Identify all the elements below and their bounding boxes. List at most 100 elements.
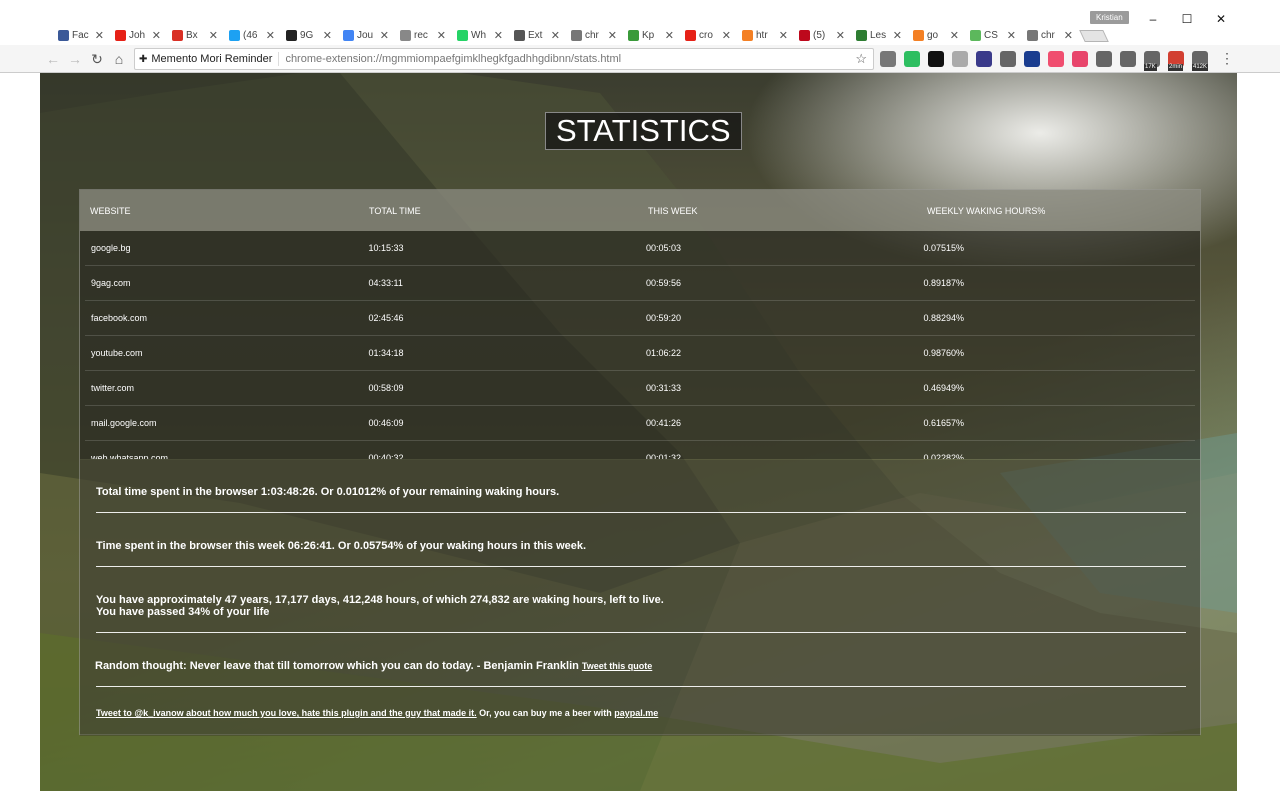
tab-10[interactable]: Kp ✕ [620,25,678,45]
tab-title: Jou [357,29,374,41]
cell-website: mail.google.com [91,418,157,428]
table-body[interactable]: google.bg 10:15:33 00:05:03 0.07515% 9gag.co… [80,231,1200,459]
table-row: web.whatsapp.com 00:40:32 00:01:32 0.02282% [85,441,1195,459]
tab-close-icon[interactable]: ✕ [380,29,389,42]
tab-7[interactable]: Wh ✕ [449,25,507,45]
cell-total-time: 02:45:46 [368,313,404,323]
cell-this-week: 01:06:22 [646,348,682,358]
hand-icon[interactable] [952,51,968,67]
tab-8[interactable]: Ext ✕ [506,25,564,45]
tab-close-icon[interactable]: ✕ [323,29,332,42]
tab-close-icon[interactable]: ✕ [437,29,446,42]
reload-icon[interactable]: ↻ [88,50,106,68]
shield-icon[interactable] [1000,51,1016,67]
back-arrow-icon[interactable]: ← [44,50,62,68]
lock-icon [571,29,582,41]
home-icon[interactable]: ⌂ [110,50,128,68]
n-icon[interactable] [1024,51,1040,67]
tab-close-icon[interactable]: ✕ [836,29,845,42]
pink-square-icon[interactable] [1048,51,1064,67]
copy-alt-icon[interactable] [1120,51,1136,67]
css-icon [970,29,981,41]
tab-3[interactable]: (46 ✕ [221,25,279,45]
column-header-this-week: THIS WEEK [648,205,698,216]
copy-icon[interactable] [1096,51,1112,67]
tab-close-icon[interactable]: ✕ [494,29,503,42]
extension-badge: 412K [1192,64,1209,71]
tab-close-icon[interactable]: ✕ [95,29,104,42]
tab-close-icon[interactable]: ✕ [1064,29,1073,42]
tweet-quote-link[interactable]: Tweet this quote [582,661,652,671]
tab-12[interactable]: htr ✕ [734,25,792,45]
h-icon[interactable] [1072,51,1088,67]
paypal-link[interactable]: paypal.me [614,708,658,718]
facebook-icon [58,29,69,41]
lock-stat-alt-icon[interactable]: 412K [1192,51,1209,71]
tab-14[interactable]: Les ✕ [848,25,906,45]
extension-origin-chip[interactable]: ✚ Memento Mori Reminder [135,52,280,66]
footer-text: Tweet to @k_ivanow about how much you lo… [96,708,1186,718]
tab-title: go [927,29,939,41]
tab-6[interactable]: rec ✕ [392,25,450,45]
tab-close-icon[interactable]: ✕ [779,29,788,42]
divider [96,566,1186,567]
cell-this-week: 00:59:20 [646,313,682,323]
close-window-button[interactable]: ✕ [1214,12,1228,26]
tab-5[interactable]: Jou ✕ [335,25,393,45]
cell-this-week: 00:31:33 [646,383,682,393]
evernote-icon[interactable] [904,51,920,67]
footer-middle-text: Or, you can buy me a beer with [479,708,612,718]
tab-9[interactable]: chr ✕ [563,25,621,45]
puzzle-icon [514,29,525,41]
url-text[interactable]: chrome-extension://mgmmiompaefgimklhegkf… [279,53,621,65]
stackoverflow-icon [742,29,753,41]
cell-website: web.whatsapp.com [91,453,169,459]
tab-close-icon[interactable]: ✕ [152,29,161,42]
tab-close-icon[interactable]: ✕ [209,29,218,42]
tab-close-icon[interactable]: ✕ [722,29,731,42]
cell-weekly-percent: 0.02282% [923,453,965,459]
minimize-button[interactable]: – [1146,12,1160,26]
stackoverflow-icon [913,29,924,41]
tab-title: htr [756,29,768,41]
forward-arrow-icon[interactable]: → [66,50,84,68]
bookmark-star-icon[interactable]: ☆ [855,51,867,67]
tab-15[interactable]: go ✕ [905,25,963,45]
address-bar[interactable]: ✚ Memento Mori Reminder chrome-extension… [134,48,874,70]
profile-button[interactable]: Kristian [1090,11,1129,24]
tweet-author-link[interactable]: Tweet to @k_ivanow about how much you lo… [96,708,477,718]
maximize-button[interactable]: ☐ [1180,12,1194,26]
cube-icon[interactable] [976,51,992,67]
recycle-icon[interactable] [880,51,896,67]
tab-2[interactable]: Bx ✕ [164,25,222,45]
tab-close-icon[interactable]: ✕ [551,29,560,42]
table-row: mail.google.com 00:46:09 00:41:26 0.61657% [85,406,1195,441]
tab-1[interactable]: Joh ✕ [107,25,165,45]
new-tab-button[interactable] [1079,30,1109,42]
youtube-icon [685,29,696,41]
tab-16[interactable]: CS ✕ [962,25,1020,45]
cell-total-time: 01:34:18 [368,348,404,358]
cell-website: twitter.com [91,383,135,393]
tab-close-icon[interactable]: ✕ [608,29,617,42]
tab-17[interactable]: chr ✕ [1019,25,1077,45]
tab-close-icon[interactable]: ✕ [266,29,275,42]
tab-close-icon[interactable]: ✕ [893,29,902,42]
puzzle-icon: ✚ [139,53,148,65]
tab-11[interactable]: cro ✕ [677,25,735,45]
menu-dots-icon[interactable]: ⋮ [1220,50,1234,67]
timer-green-icon[interactable]: 2min [1168,51,1184,71]
tab-4[interactable]: 9G ✕ [278,25,336,45]
tab-close-icon[interactable]: ✕ [665,29,674,42]
this-week-text: Time spent in the browser this week 06:2… [96,540,587,552]
tab-0[interactable]: Fac ✕ [50,25,108,45]
color-picker-icon[interactable] [928,51,944,67]
tab-title: (46 [243,29,258,41]
total-time-text: Total time spent in the browser 1:03:48:… [96,486,560,498]
tab-close-icon[interactable]: ✕ [950,29,959,42]
tab-13[interactable]: (5) ✕ [791,25,849,45]
divider [96,632,1186,633]
tab-title: rec [414,29,428,41]
lock-stat-icon[interactable]: 17K [1144,51,1160,71]
tab-close-icon[interactable]: ✕ [1007,29,1016,42]
